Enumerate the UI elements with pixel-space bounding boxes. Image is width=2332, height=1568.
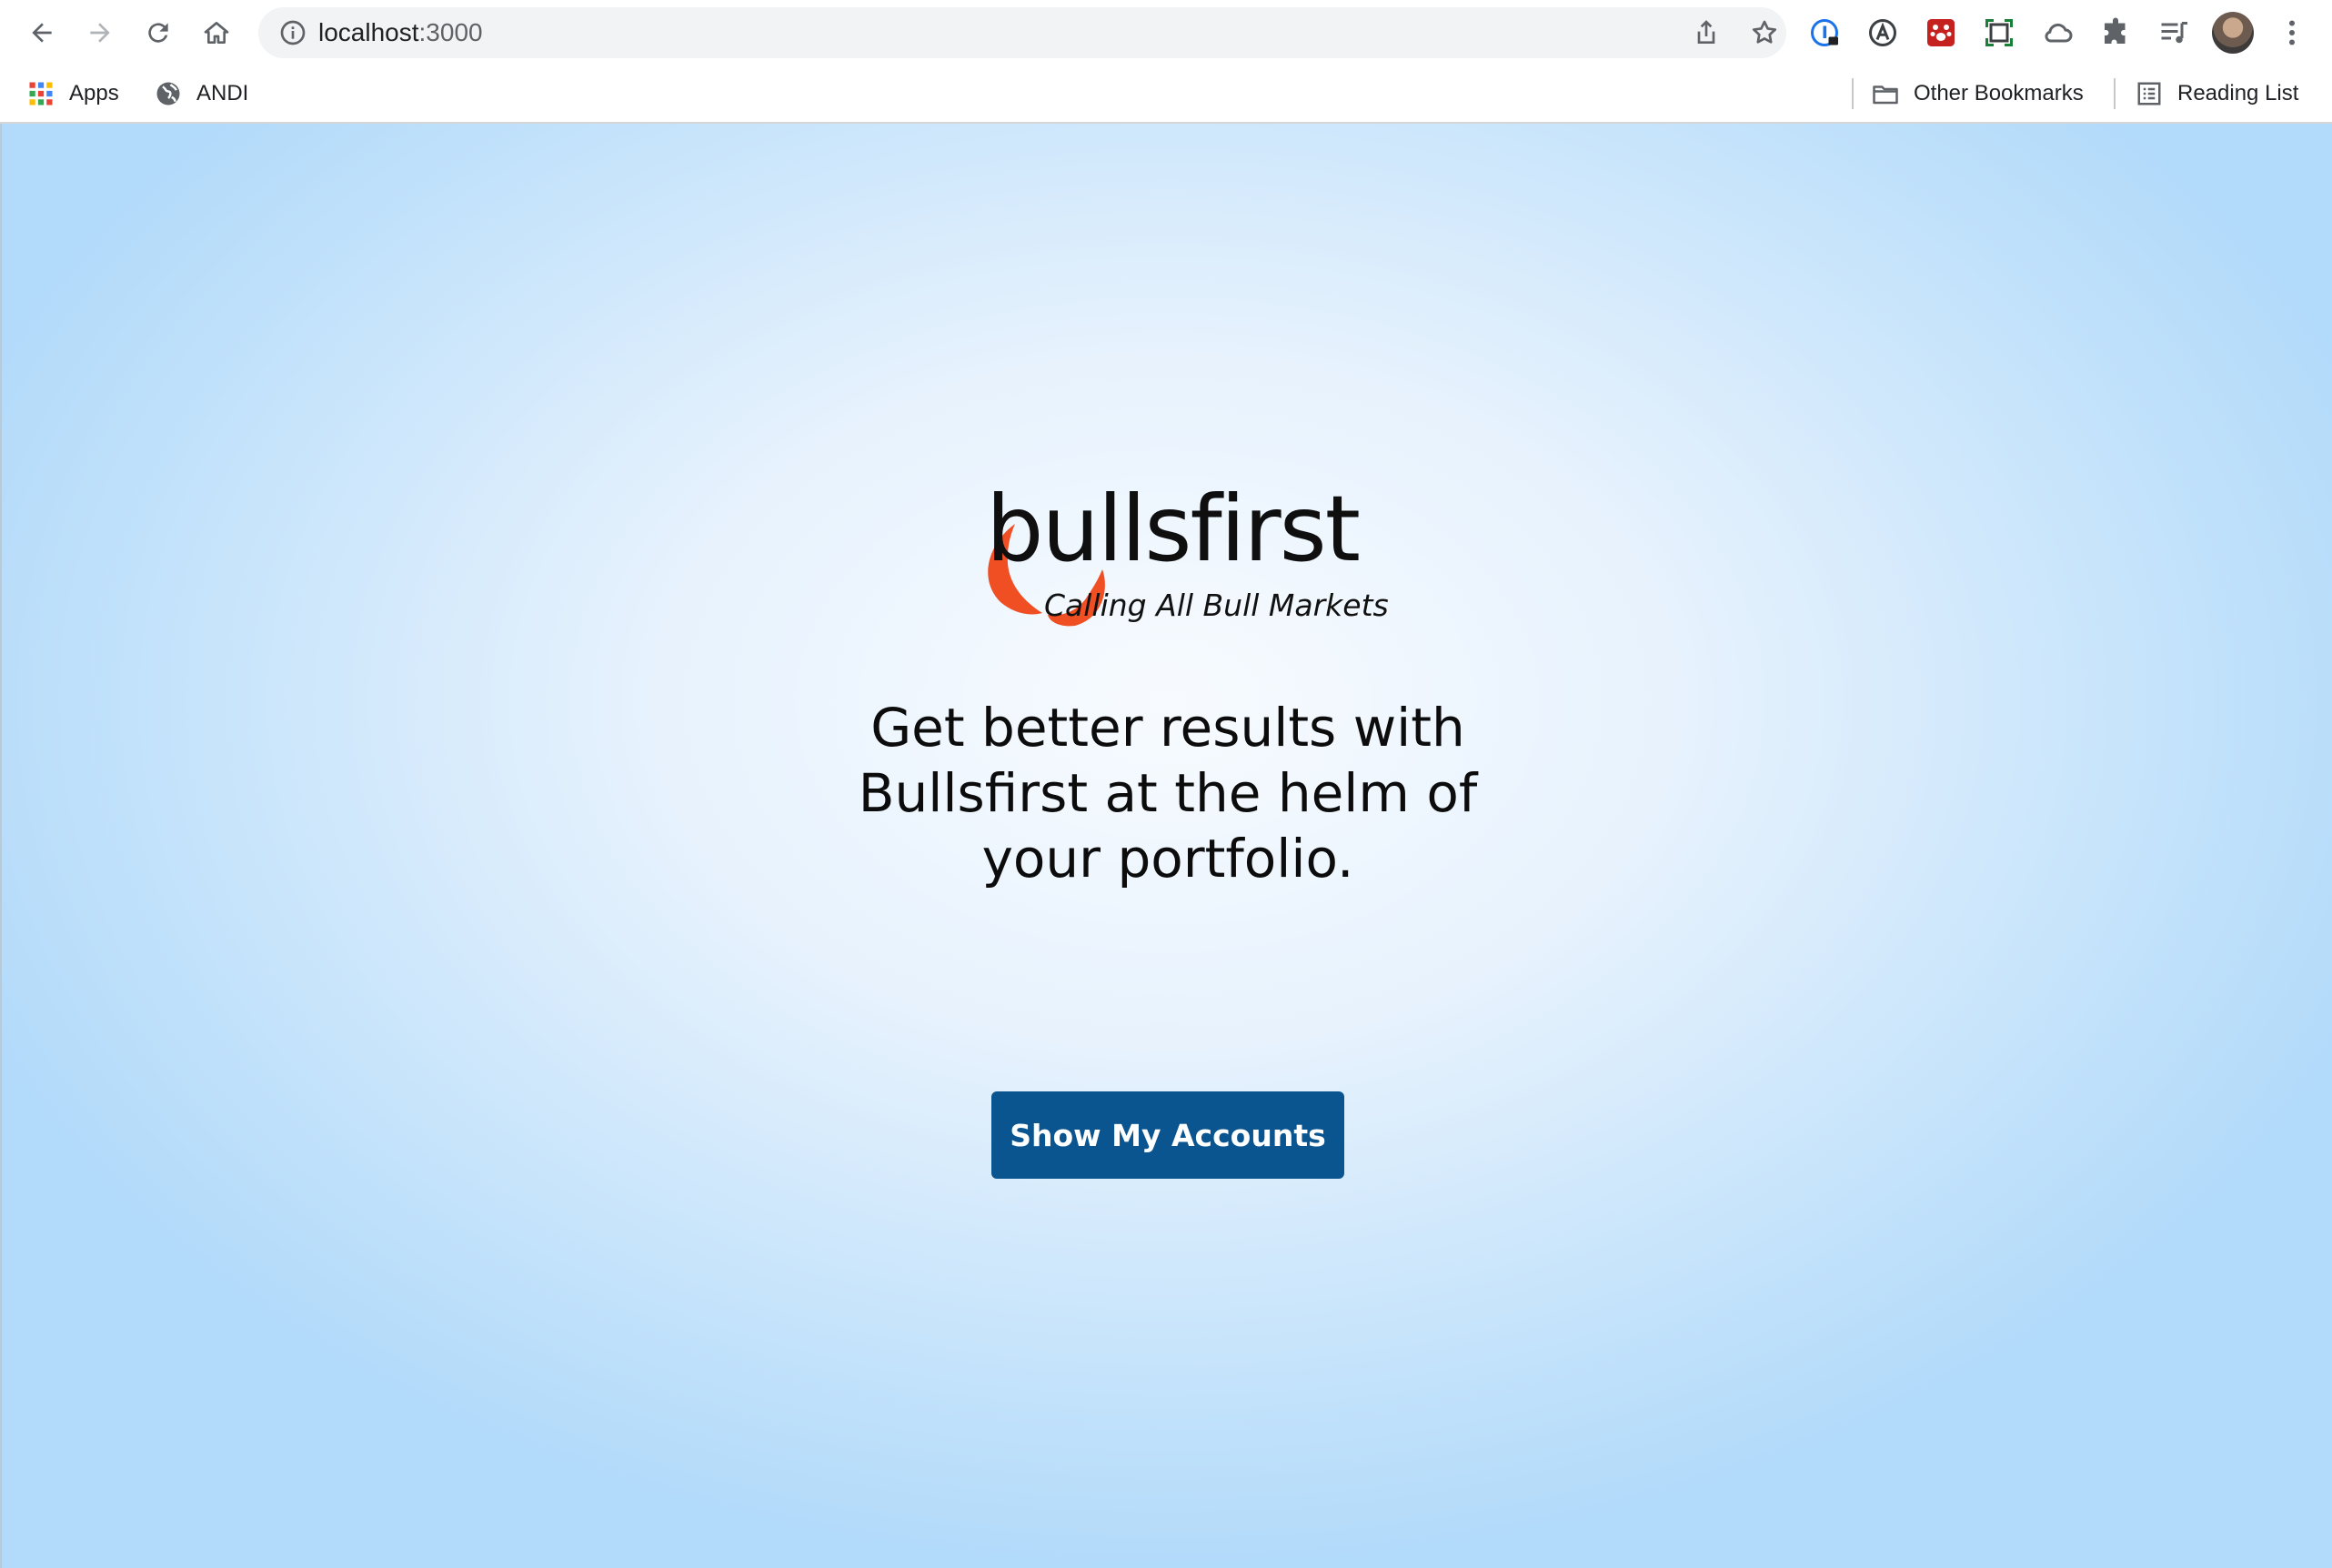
profile-avatar[interactable] <box>2212 12 2254 54</box>
browser-chrome: localhost:3000 Apps ANDI Other Bookmarks… <box>0 0 2332 124</box>
share-icon[interactable] <box>1692 18 1721 47</box>
browser-menu-button[interactable] <box>2274 15 2310 51</box>
home-icon <box>204 22 229 44</box>
brand-name: bullsfirst <box>986 476 1361 582</box>
screenshot-icon <box>1985 19 2013 46</box>
bookmark-apps-label: Apps <box>69 81 119 106</box>
reload-button[interactable] <box>138 13 178 53</box>
show-my-accounts-button[interactable]: Show My Accounts <box>991 1091 1344 1179</box>
cloud-icon <box>2045 23 2073 43</box>
globe-icon <box>156 82 180 106</box>
extensions-button[interactable] <box>2097 15 2134 51</box>
url-text[interactable]: localhost:3000 <box>318 7 483 58</box>
url-host: localhost <box>318 18 419 46</box>
paw-icon <box>1927 19 1955 46</box>
puzzle-icon <box>2105 17 2126 44</box>
home-button[interactable] <box>196 13 236 53</box>
reading-list-label: Reading List <box>2177 81 2299 106</box>
home-page: bullsfirst Calling All Bull Markets Get … <box>0 124 2332 1568</box>
star-icon[interactable] <box>1750 18 1779 47</box>
brand-tagline: Calling All Bull Markets <box>1044 588 1389 623</box>
bookmark-andi-label: ANDI <box>196 81 249 106</box>
reload-icon <box>148 23 168 43</box>
forward-button[interactable] <box>80 13 120 53</box>
folder-icon <box>1873 85 1898 105</box>
arrow-right-icon <box>90 23 110 43</box>
arrow-left-icon <box>32 23 52 43</box>
paw-extension[interactable] <box>1923 15 1959 51</box>
bookmark-other-bookmarks[interactable]: Other Bookmarks <box>1872 65 2084 122</box>
media-controls-button[interactable] <box>2156 15 2192 51</box>
bookmark-other-bookmarks-label: Other Bookmarks <box>1914 81 2084 106</box>
kebab-menu-icon <box>2289 20 2295 45</box>
bookmarks-separator <box>1852 78 1854 109</box>
accessibility-extension[interactable] <box>1865 15 1901 51</box>
url-port: :3000 <box>418 18 483 46</box>
screenshot-extension[interactable] <box>1981 15 2017 51</box>
password-manager-icon <box>1811 19 1838 46</box>
bookmarks-separator <box>2114 78 2116 109</box>
bookmark-apps[interactable]: Apps <box>27 65 119 122</box>
back-button[interactable] <box>22 13 62 53</box>
cloud-extension[interactable] <box>2039 15 2076 51</box>
apps-grid-icon <box>29 82 53 106</box>
password-manager-extension[interactable] <box>1806 15 1843 51</box>
bookmark-andi[interactable]: ANDI <box>155 65 248 122</box>
bookmarks-bar: Apps ANDI Other Bookmarks Reading List <box>0 65 2332 122</box>
hero-heading: Get better results with Bullsfirst at th… <box>858 697 1478 890</box>
reading-list-icon <box>2137 82 2161 106</box>
reading-list-button[interactable]: Reading List <box>2136 65 2298 122</box>
browser-toolbar: localhost:3000 <box>0 0 2332 65</box>
address-bar[interactable]: localhost:3000 <box>258 7 1786 58</box>
info-icon[interactable] <box>278 18 307 47</box>
accessibility-a-icon <box>1869 19 1896 46</box>
media-queue-icon <box>2161 22 2187 44</box>
